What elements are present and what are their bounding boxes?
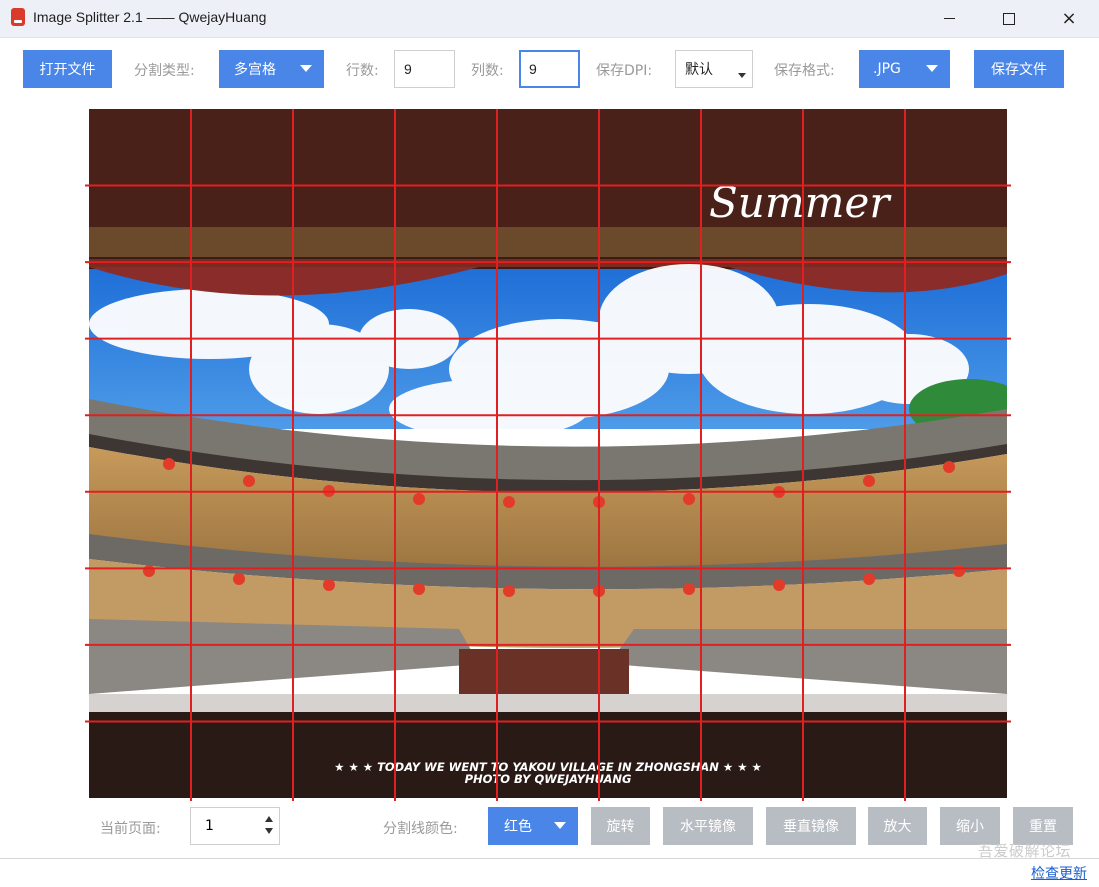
split-type-label: 分割类型:	[134, 63, 195, 79]
line-color-dropdown[interactable]: 红色	[488, 807, 578, 845]
title-bar: Image Splitter 2.1 —— QwejayHuang ×	[0, 0, 1099, 38]
cols-label: 列数:	[471, 63, 504, 79]
chevron-down-icon	[926, 65, 938, 72]
check-update-link[interactable]: 检查更新	[1031, 863, 1087, 883]
status-bar: 检查更新	[0, 859, 1099, 887]
maximize-button[interactable]	[986, 0, 1032, 37]
photo-illustration: Summer ★ ★ ★ TODAY WE WENT TO YAKOU VILL…	[89, 109, 1007, 798]
rows-label: 行数:	[346, 63, 379, 79]
current-page-spinbox[interactable]: 1	[190, 807, 280, 845]
app-pdf-icon	[11, 8, 25, 26]
chevron-down-icon	[738, 73, 746, 78]
dpi-select[interactable]: 默认	[675, 50, 753, 88]
format-value: .JPG	[873, 61, 901, 77]
save-file-button[interactable]: 保存文件	[974, 50, 1064, 88]
spin-down-icon[interactable]	[265, 828, 273, 834]
image-canvas[interactable]: Summer ★ ★ ★ TODAY WE WENT TO YAKOU VILL…	[85, 109, 1011, 801]
dpi-label: 保存DPI:	[596, 63, 653, 79]
cols-input[interactable]: 9	[519, 50, 580, 88]
minimize-icon	[943, 18, 955, 19]
caption-line-2: PHOTO BY QWEJAYHUANG	[465, 772, 632, 786]
zoom-in-button[interactable]: 放大	[868, 807, 927, 845]
spin-arrows[interactable]	[265, 814, 275, 838]
split-type-dropdown[interactable]: 多宫格	[219, 50, 324, 88]
toolbar: 打开文件 分割类型: 多宫格 行数: 9 列数: 9 保存DPI: 默认 保存格…	[0, 38, 1099, 102]
vertical-mirror-button[interactable]: 垂直镜像	[766, 807, 856, 845]
watermark-text: 吾爱破解论坛	[978, 842, 1072, 860]
current-page-value: 1	[205, 818, 214, 834]
maximize-icon	[1003, 12, 1015, 25]
format-dropdown[interactable]: .JPG	[859, 50, 950, 88]
spin-up-icon[interactable]	[265, 816, 273, 822]
dpi-value: 默认	[685, 62, 713, 78]
format-label: 保存格式:	[774, 63, 835, 79]
rows-input[interactable]: 9	[394, 50, 455, 88]
chevron-down-icon	[554, 822, 566, 829]
minimize-button[interactable]	[926, 0, 972, 37]
horizontal-mirror-button[interactable]: 水平镜像	[663, 807, 753, 845]
close-icon: ×	[1061, 7, 1077, 29]
chevron-down-icon	[300, 65, 312, 72]
split-type-value: 多宫格	[234, 62, 276, 78]
current-page-label: 当前页面:	[100, 821, 161, 837]
rotate-button[interactable]: 旋转	[591, 807, 650, 845]
summer-handwriting: Summer	[709, 178, 892, 227]
window-title: Image Splitter 2.1 —— QwejayHuang	[33, 9, 267, 25]
open-file-button[interactable]: 打开文件	[23, 50, 112, 88]
close-button[interactable]: ×	[1046, 0, 1092, 37]
line-color-value: 红色	[504, 819, 532, 835]
preview-image: Summer ★ ★ ★ TODAY WE WENT TO YAKOU VILL…	[89, 109, 1007, 798]
line-color-label: 分割线颜色:	[383, 821, 458, 837]
